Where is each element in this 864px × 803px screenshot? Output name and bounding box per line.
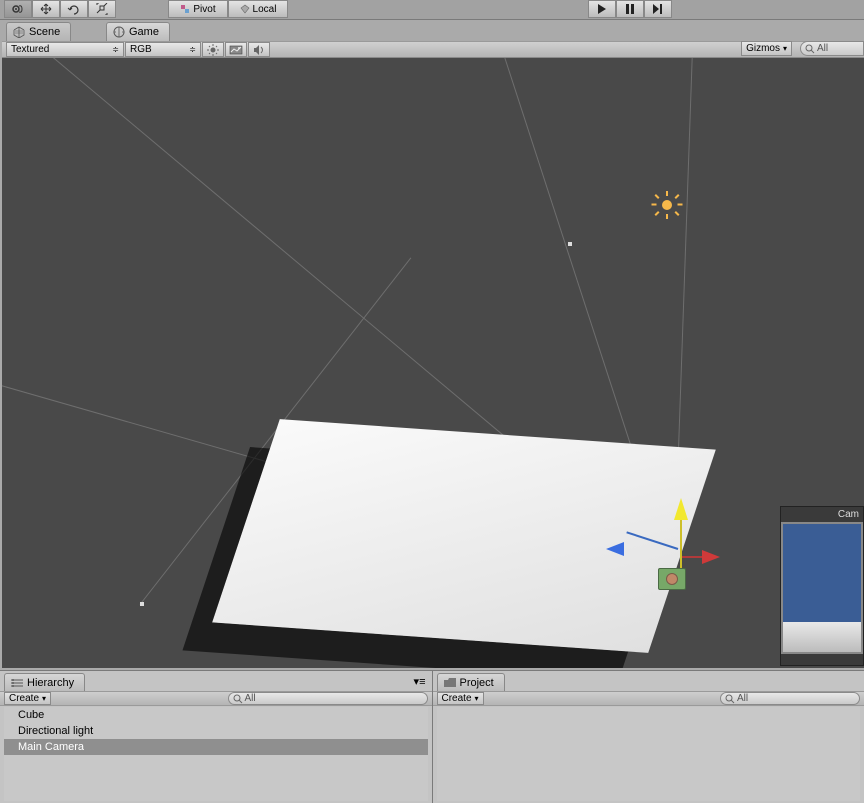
gizmos-label: Gizmos [746, 43, 780, 54]
hierarchy-search-input[interactable]: All [228, 692, 428, 705]
chevron-down-icon: ▾ [475, 694, 479, 703]
scene-fx-toggle[interactable] [225, 42, 247, 57]
camera-gizmo-icon[interactable] [658, 568, 686, 590]
scene-audio-toggle[interactable] [248, 42, 270, 57]
hierarchy-item[interactable]: Cube [4, 707, 428, 723]
play-button[interactable] [588, 0, 616, 18]
project-body [437, 707, 861, 801]
frustum-handle [140, 602, 144, 606]
directional-light-icon[interactable] [656, 194, 678, 216]
project-panel: Project Create ▾ All [432, 670, 864, 803]
folder-icon [444, 678, 456, 688]
top-toolbar: Pivot Local [0, 0, 864, 20]
tab-scene-label: Scene [29, 26, 60, 38]
scene-lighting-toggle[interactable] [202, 42, 224, 57]
hierarchy-search-placeholder: All [245, 693, 256, 704]
pivot-toggle-button[interactable]: Pivot [168, 0, 228, 18]
scene-sub-toolbar: Textured ≑ RGB ≑ [2, 41, 864, 58]
hierarchy-item-label: Main Camera [18, 741, 84, 753]
gizmo-x-axis[interactable] [682, 556, 704, 558]
hierarchy-item[interactable]: Directional light [4, 723, 428, 739]
hierarchy-create-label: Create [9, 693, 39, 704]
frustum-handle [568, 242, 572, 246]
local-label: Local [253, 4, 277, 15]
search-icon [725, 694, 735, 704]
project-toolbar: Create ▾ All [433, 691, 864, 706]
pause-button[interactable] [616, 0, 644, 18]
chevron-down-icon: ≑ [112, 45, 119, 54]
gizmo-z-arrow[interactable] [606, 542, 624, 556]
game-tab-icon [113, 26, 125, 38]
local-toggle-button[interactable]: Local [228, 0, 288, 18]
draw-mode-value: Textured [11, 44, 49, 55]
tab-game[interactable]: Game [106, 22, 170, 41]
render-mode-value: RGB [130, 44, 152, 55]
hierarchy-item-label: Cube [18, 709, 44, 721]
tab-project[interactable]: Project [437, 673, 505, 691]
project-search-placeholder: All [737, 693, 748, 704]
tab-hierarchy[interactable]: Hierarchy [4, 673, 85, 691]
render-mode-dropdown[interactable]: RGB ≑ [125, 42, 201, 57]
camera-preview-panel: Cam [780, 506, 864, 666]
chevron-down-icon: ▾ [783, 44, 787, 53]
step-button[interactable] [644, 0, 672, 18]
chevron-down-icon: ≑ [189, 45, 196, 54]
scene-tabs: Scene Game [2, 22, 864, 41]
move-tool-button[interactable] [32, 0, 60, 18]
scene-tab-icon [13, 26, 25, 38]
hierarchy-create-dropdown[interactable]: Create ▾ [4, 692, 51, 705]
tab-scene[interactable]: Scene [6, 22, 71, 41]
hierarchy-item[interactable]: Main Camera [4, 739, 428, 755]
hierarchy-body: Cube Directional light Main Camera [4, 707, 428, 801]
hierarchy-panel: Hierarchy ▾≡ Create ▾ All Cube Direction… [0, 670, 432, 803]
play-controls [588, 0, 672, 18]
draw-mode-dropdown[interactable]: Textured ≑ [6, 42, 124, 57]
camera-preview-ground [781, 622, 863, 654]
search-icon [805, 44, 815, 54]
gizmo-y-arrow[interactable] [674, 498, 688, 520]
scale-tool-button[interactable] [88, 0, 116, 18]
gizmos-dropdown[interactable]: Gizmos ▾ [741, 41, 792, 56]
pivot-label: Pivot [193, 4, 215, 15]
search-icon [233, 694, 243, 704]
camera-preview-title: Cam [781, 507, 863, 522]
hierarchy-item-label: Directional light [18, 725, 93, 737]
rotate-tool-button[interactable] [60, 0, 88, 18]
project-create-dropdown[interactable]: Create ▾ [437, 692, 484, 705]
tab-game-label: Game [129, 26, 159, 38]
scene-search-placeholder: All [817, 43, 828, 54]
hierarchy-toolbar: Create ▾ All [0, 691, 432, 706]
lower-panels: Hierarchy ▾≡ Create ▾ All Cube Direction… [0, 670, 864, 803]
scene-search-input[interactable]: All [800, 41, 864, 56]
camera-preview-sky [781, 522, 863, 622]
project-tab-label: Project [460, 677, 494, 689]
project-create-label: Create [442, 693, 472, 704]
gizmo-x-arrow[interactable] [702, 550, 720, 564]
hierarchy-icon [11, 678, 23, 688]
hierarchy-tab-label: Hierarchy [27, 677, 74, 689]
scene-viewport[interactable]: Cam [2, 58, 864, 668]
hierarchy-options-button[interactable]: ▾≡ [414, 675, 426, 688]
project-search-input[interactable]: All [720, 692, 860, 705]
hand-tool-button[interactable] [4, 0, 32, 18]
chevron-down-icon: ▾ [42, 694, 46, 703]
